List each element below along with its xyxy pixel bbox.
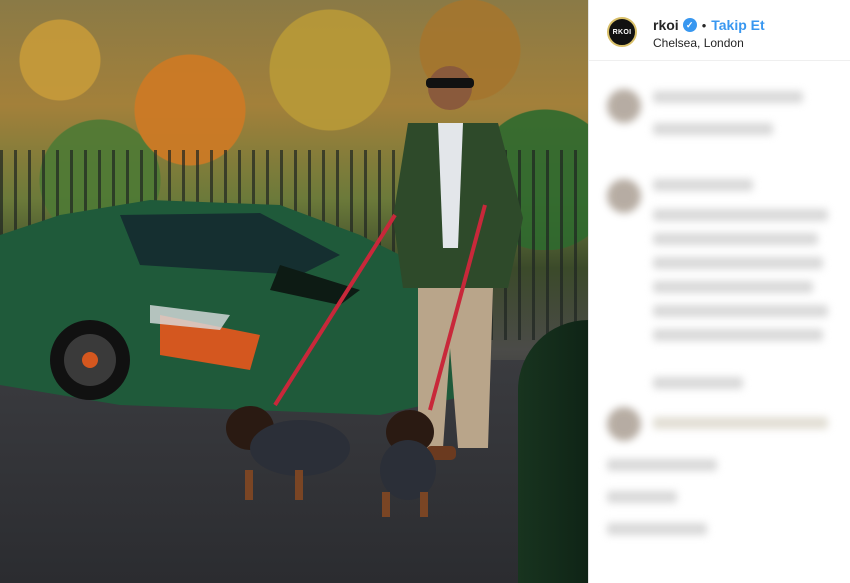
blurred-line	[607, 491, 677, 503]
verified-badge-icon: ✓	[682, 18, 697, 32]
blurred-line	[653, 281, 813, 293]
blurred-line	[653, 329, 823, 341]
comment-avatar	[607, 89, 641, 123]
separator-dot: •	[701, 17, 707, 33]
blurred-comments	[589, 61, 850, 583]
follow-button[interactable]: Takip Et	[711, 17, 764, 33]
dog-right	[380, 410, 436, 517]
blurred-line	[653, 123, 773, 135]
location-link[interactable]: Chelsea, London	[653, 36, 744, 50]
post-photo[interactable]	[0, 0, 588, 583]
blurred-line	[653, 305, 828, 317]
post-side-panel: RKOI rkoi ✓ • Takip Et Chelsea, London	[588, 0, 850, 583]
avatar[interactable]: RKOI	[607, 17, 637, 47]
blurred-line	[653, 91, 803, 103]
blurred-line	[653, 233, 818, 245]
red-leash-right	[428, 204, 487, 411]
blurred-line	[653, 209, 828, 221]
comment-avatar	[607, 179, 641, 213]
blurred-line	[653, 417, 828, 429]
blurred-line	[653, 179, 753, 191]
blurred-line	[653, 377, 743, 389]
username-row: rkoi ✓ • Takip Et	[653, 17, 765, 33]
dog-left	[226, 406, 350, 500]
post-header: RKOI rkoi ✓ • Takip Et Chelsea, London	[589, 0, 850, 61]
avatar-logo-text: RKOI	[612, 28, 632, 36]
blurred-line	[653, 257, 823, 269]
red-leash-left	[273, 213, 397, 407]
comment-avatar	[607, 407, 641, 441]
blurred-line	[607, 523, 707, 535]
username[interactable]: rkoi	[653, 17, 679, 33]
blurred-line	[607, 459, 717, 471]
